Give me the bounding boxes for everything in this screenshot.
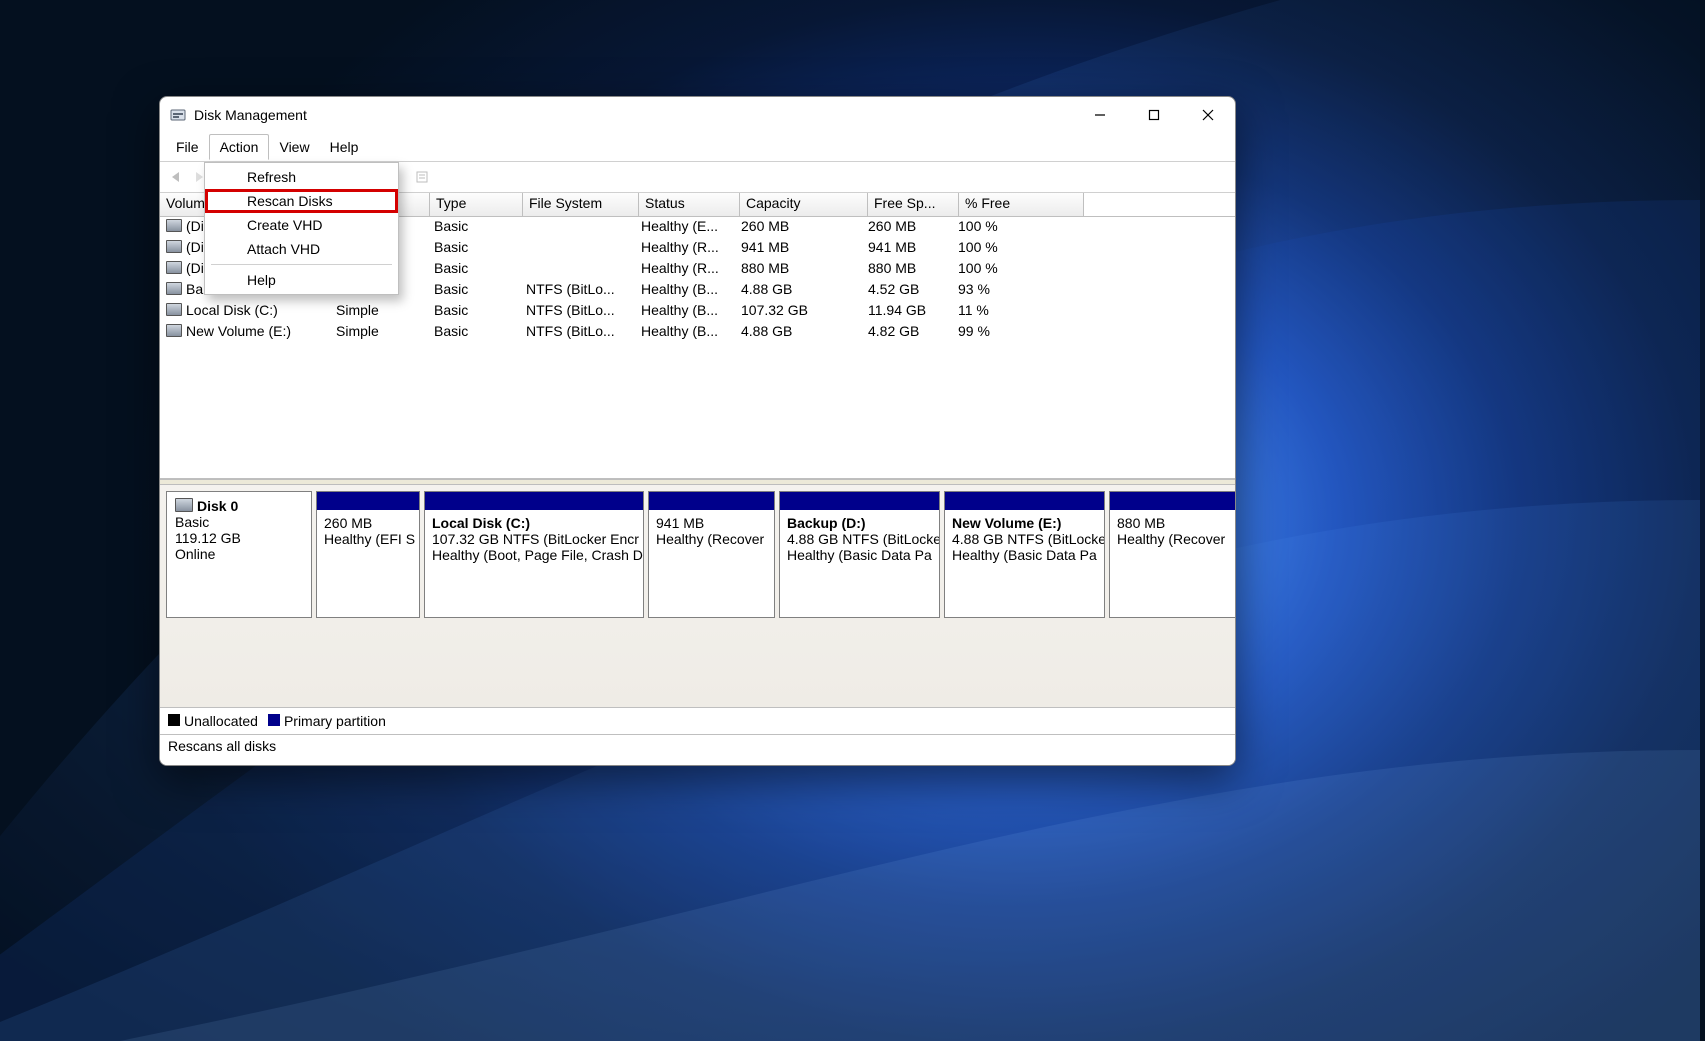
volume-icon — [166, 219, 182, 232]
volume-row[interactable]: Local Disk (C:)SimpleBasicNTFS (BitLo...… — [160, 301, 1235, 322]
legend: Unallocated Primary partition — [160, 707, 1235, 734]
col-type[interactable]: Type — [430, 193, 523, 216]
disk-type: Basic — [175, 514, 303, 530]
volume-icon — [166, 303, 182, 316]
disk-size: 119.12 GB — [175, 530, 303, 546]
col-free-space[interactable]: Free Sp... — [868, 193, 959, 216]
partition[interactable]: New Volume (E:)4.88 GB NTFS (BitLockeHea… — [944, 491, 1105, 618]
action-dropdown: Refresh Rescan Disks Create VHD Attach V… — [204, 162, 399, 295]
properties-button[interactable] — [410, 165, 434, 189]
disk-name: Disk 0 — [197, 498, 238, 514]
col-filesystem[interactable]: File System — [523, 193, 639, 216]
menubar: File Action View Help — [160, 133, 1235, 162]
col-pct-free[interactable]: % Free — [959, 193, 1084, 216]
menu-action[interactable]: Action — [209, 134, 270, 160]
volume-row[interactable]: New Volume (E:)SimpleBasicNTFS (BitLo...… — [160, 322, 1235, 343]
menu-view[interactable]: View — [269, 135, 319, 159]
menu-help[interactable]: Help — [320, 135, 369, 159]
disk-management-window: Disk Management File Action View Help Re… — [159, 96, 1236, 766]
partition[interactable]: 260 MBHealthy (EFI S — [316, 491, 420, 618]
partition[interactable]: 880 MBHealthy (Recover — [1109, 491, 1236, 618]
partition[interactable]: Local Disk (C:)107.32 GB NTFS (BitLocker… — [424, 491, 644, 618]
minimize-button[interactable] — [1077, 99, 1123, 131]
window-title: Disk Management — [194, 107, 307, 123]
volume-icon — [166, 261, 182, 274]
close-button[interactable] — [1185, 99, 1231, 131]
back-button[interactable] — [164, 165, 188, 189]
volume-icon — [166, 324, 182, 337]
app-icon — [170, 107, 186, 123]
volume-icon — [166, 282, 182, 295]
col-capacity[interactable]: Capacity — [740, 193, 868, 216]
partition-strip: 260 MBHealthy (EFI SLocal Disk (C:)107.3… — [316, 491, 1236, 618]
toolbar: Refresh Rescan Disks Create VHD Attach V… — [160, 162, 1235, 193]
titlebar[interactable]: Disk Management — [160, 97, 1235, 133]
col-status[interactable]: Status — [639, 193, 740, 216]
statusbar: Rescans all disks — [160, 734, 1235, 765]
action-refresh[interactable]: Refresh — [205, 165, 398, 189]
action-help[interactable]: Help — [205, 268, 398, 292]
disk-state: Online — [175, 546, 303, 562]
partition[interactable]: Backup (D:)4.88 GB NTFS (BitLockeHealthy… — [779, 491, 940, 618]
disk-header[interactable]: Disk 0 Basic 119.12 GB Online — [166, 491, 312, 618]
swatch-black — [168, 714, 180, 726]
maximize-button[interactable] — [1131, 99, 1177, 131]
disk-icon — [175, 498, 193, 512]
legend-primary: Primary partition — [268, 713, 386, 729]
action-attach-vhd[interactable]: Attach VHD — [205, 237, 398, 261]
disk-row: Disk 0 Basic 119.12 GB Online 260 MBHeal… — [166, 491, 1229, 618]
disk-graph-pane: Disk 0 Basic 119.12 GB Online 260 MBHeal… — [160, 485, 1235, 707]
volume-icon — [166, 240, 182, 253]
swatch-navy — [268, 714, 280, 726]
partition[interactable]: 941 MBHealthy (Recover — [648, 491, 775, 618]
legend-unallocated: Unallocated — [168, 713, 258, 729]
action-rescan-disks[interactable]: Rescan Disks — [205, 189, 398, 213]
dropdown-separator — [211, 264, 392, 265]
menu-file[interactable]: File — [166, 135, 209, 159]
action-create-vhd[interactable]: Create VHD — [205, 213, 398, 237]
desktop-background: Disk Management File Action View Help Re… — [0, 0, 1705, 1041]
